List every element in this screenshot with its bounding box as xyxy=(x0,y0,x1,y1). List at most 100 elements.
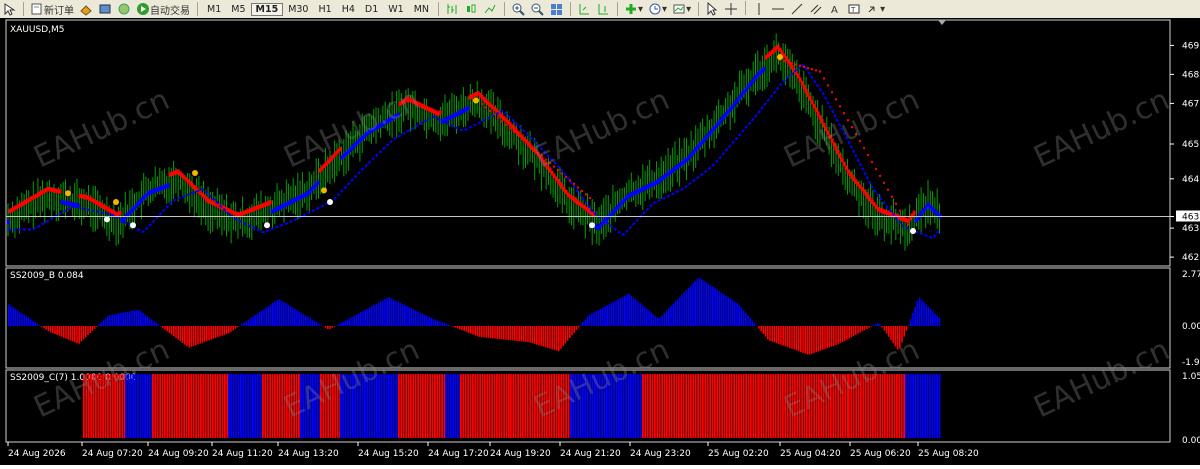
arrows-icon[interactable]: ▾ xyxy=(864,1,887,17)
templates-icon[interactable]: ▾ xyxy=(670,1,693,17)
scroll-chart-icon[interactable] xyxy=(575,1,593,17)
histogram-bar xyxy=(78,326,80,344)
histogram-bar xyxy=(846,326,848,340)
histogram-bar xyxy=(622,297,624,326)
signal-bar xyxy=(405,374,407,438)
indicators-icon[interactable]: ▾ xyxy=(622,1,645,17)
histogram-bar xyxy=(127,312,129,326)
arrow-icon[interactable] xyxy=(0,1,18,17)
zoom-in-icon[interactable] xyxy=(509,1,527,17)
navigator-icon[interactable] xyxy=(96,1,114,17)
candle-chart-icon[interactable] xyxy=(462,1,480,17)
chart-window[interactable]: 469468467465464463463462463XAUUSD,M5SS20… xyxy=(0,18,1200,465)
histogram-bar xyxy=(257,314,259,326)
timeframe-m15[interactable]: M15 xyxy=(251,3,284,16)
timeframe-d1[interactable]: D1 xyxy=(360,3,383,16)
zoom-out-icon[interactable] xyxy=(528,1,546,17)
histogram-bar xyxy=(853,326,855,336)
histogram-bar xyxy=(32,321,34,326)
histogram-bar xyxy=(617,299,619,326)
tile-windows-icon[interactable] xyxy=(547,1,565,17)
fast-line-segment xyxy=(467,106,470,110)
histogram-bar xyxy=(202,326,204,343)
histogram-bar xyxy=(199,326,201,344)
signal-bar xyxy=(515,374,517,438)
histogram-bar xyxy=(842,326,844,342)
chart-shift-icon[interactable] xyxy=(594,1,612,17)
signal-bar xyxy=(441,374,443,438)
histogram-bar xyxy=(809,326,811,355)
indicator-b-level: 2.77 xyxy=(1182,270,1200,280)
histogram-bar xyxy=(870,326,872,327)
signal-bar xyxy=(247,374,249,438)
signal-bar xyxy=(386,374,388,438)
timeframe-m30[interactable]: M30 xyxy=(283,3,313,16)
stop-dot xyxy=(799,65,801,67)
histogram-bar xyxy=(866,326,868,329)
timeframe-h1[interactable]: H1 xyxy=(313,3,336,16)
signal-bar xyxy=(652,374,654,438)
signal-bar xyxy=(427,374,429,438)
experts-icon[interactable] xyxy=(77,1,95,17)
line-chart-icon[interactable] xyxy=(481,1,499,17)
fast-line-segment xyxy=(843,162,846,166)
horizontal-line-icon[interactable] xyxy=(769,1,787,17)
stop-dot xyxy=(489,110,491,112)
histogram-bar xyxy=(243,323,245,326)
signal-bar xyxy=(142,374,144,438)
histogram-bar xyxy=(886,326,888,334)
signal-bar xyxy=(264,374,266,438)
signal-bar xyxy=(457,374,459,438)
signal-bar xyxy=(642,374,644,438)
signal-bar xyxy=(772,374,774,438)
chart-canvas[interactable]: 469468467465464463463462463XAUUSD,M5SS20… xyxy=(0,18,1200,465)
signal-bar xyxy=(714,374,716,438)
histogram-bar xyxy=(169,326,171,333)
trendline-icon[interactable] xyxy=(788,1,806,17)
histogram-bar xyxy=(692,283,694,326)
histogram-bar xyxy=(697,279,699,326)
timeframe-mn[interactable]: MN xyxy=(409,3,434,16)
histogram-bar xyxy=(186,326,188,346)
timeframe-h4[interactable]: H4 xyxy=(337,3,360,16)
vertical-line-icon[interactable] xyxy=(750,1,768,17)
text-tool-icon[interactable]: A xyxy=(826,1,844,17)
histogram-bar xyxy=(776,326,778,343)
signal-bar xyxy=(200,374,202,438)
new-order-button[interactable]: 新订单 xyxy=(28,1,76,17)
label-tool-icon[interactable]: T xyxy=(845,1,863,17)
fast-line-segment xyxy=(269,200,272,204)
signal-bar xyxy=(640,374,642,438)
histogram-bar xyxy=(463,326,465,331)
buy-signal-marker xyxy=(327,199,333,205)
watermark-text: EAHub.cn xyxy=(29,82,175,175)
fast-line-segment xyxy=(807,93,810,97)
histogram-bar xyxy=(107,316,109,326)
histogram-bar xyxy=(129,311,131,326)
histogram-bar xyxy=(884,326,886,330)
histogram-bar xyxy=(492,326,494,338)
globe-icon[interactable] xyxy=(115,1,133,17)
auto-trading-button[interactable]: 自动交易 xyxy=(134,1,192,17)
histogram-bar xyxy=(578,326,580,327)
signal-bar xyxy=(445,374,447,438)
timeframe-w1[interactable]: W1 xyxy=(383,3,408,16)
price-label: 469 xyxy=(1182,41,1199,51)
histogram-bar xyxy=(661,315,663,326)
timeframe-m1[interactable]: M1 xyxy=(202,3,226,16)
channel-icon[interactable] xyxy=(807,1,825,17)
histogram-bar xyxy=(342,322,344,326)
bar-chart-icon[interactable] xyxy=(443,1,461,17)
histogram-bar xyxy=(224,326,226,335)
crosshair-icon[interactable] xyxy=(722,1,740,17)
stop-dot xyxy=(585,193,587,195)
histogram-bar xyxy=(730,299,732,326)
stop-dot xyxy=(883,182,885,184)
chart-shift-marker[interactable] xyxy=(938,20,946,25)
cursor-icon[interactable] xyxy=(703,1,721,17)
timeframe-m5[interactable]: M5 xyxy=(226,3,250,16)
stop-dot xyxy=(835,98,837,100)
histogram-bar xyxy=(360,312,362,326)
periods-icon[interactable]: ▾ xyxy=(646,1,669,17)
histogram-bar xyxy=(501,326,503,339)
